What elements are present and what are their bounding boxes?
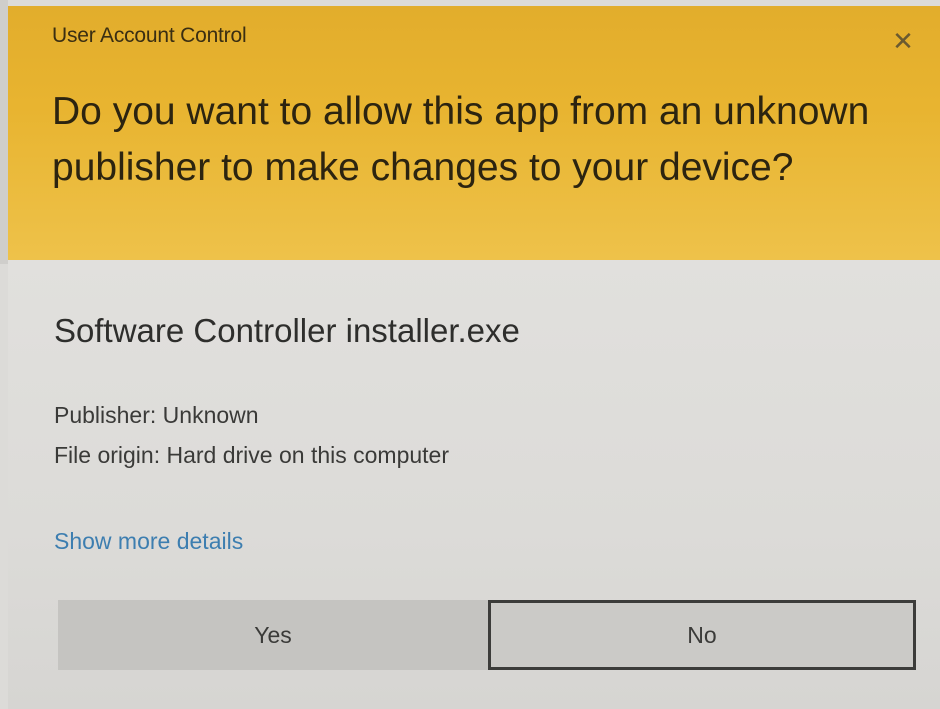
close-icon[interactable]: ✕ xyxy=(888,26,918,56)
app-name: Software Controller installer.exe xyxy=(54,312,520,349)
dialog-header: User Account Control ✕ Do you want to al… xyxy=(0,0,940,264)
dialog-body: Software Controller installer.exe Publis… xyxy=(8,260,940,709)
file-origin-info: File origin: Hard drive on this computer xyxy=(54,442,449,468)
show-more-details-link[interactable]: Show more details xyxy=(54,528,243,555)
uac-dialog: User Account Control ✕ Do you want to al… xyxy=(0,0,940,709)
dialog-title: User Account Control xyxy=(52,24,247,47)
prompt-question: Do you want to allow this app from an un… xyxy=(52,90,870,189)
yes-button[interactable]: Yes xyxy=(58,600,488,670)
no-button[interactable]: No xyxy=(488,600,916,670)
publisher-info: Publisher: Unknown xyxy=(54,402,259,428)
